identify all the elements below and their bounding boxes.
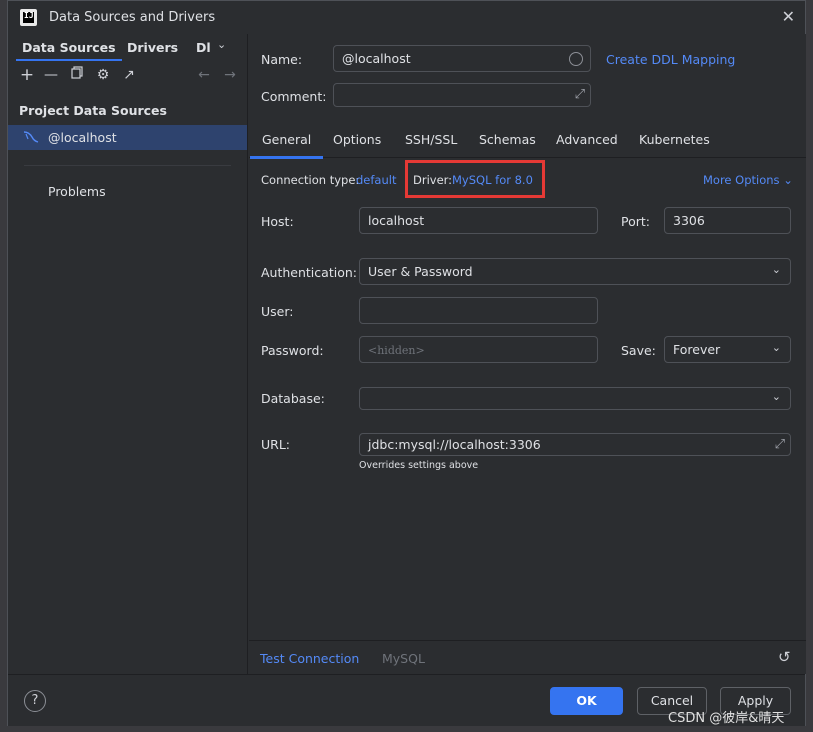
external-link-icon[interactable]: ↗	[120, 66, 138, 84]
back-arrow-icon[interactable]: ←	[195, 66, 213, 84]
authentication-label: Authentication:	[261, 265, 357, 280]
tab-data-sources[interactable]: Data Sources	[16, 40, 122, 61]
left-panel: Data Sources Drivers Dl ⌄ + — ⚙ ↗ ← → Pr…	[8, 34, 248, 674]
tab-ddl-mappings[interactable]: Dl	[196, 40, 210, 55]
gear-icon[interactable]: ⚙	[94, 66, 112, 84]
user-field[interactable]	[359, 297, 598, 324]
driver-label: Driver:	[413, 173, 453, 187]
more-options-link[interactable]: More Options ⌄	[703, 173, 793, 187]
chevron-down-icon: ⌄	[771, 263, 781, 276]
save-select[interactable]: Forever ⌄	[664, 336, 791, 363]
right-panel: Name: @localhost Create DDL Mapping Comm…	[249, 34, 806, 674]
url-hint: Overrides settings above	[359, 460, 479, 471]
revert-icon[interactable]: ↺	[778, 648, 791, 666]
url-field[interactable]: jdbc:mysql://localhost:3306 ⤢	[359, 433, 791, 456]
color-circle-icon[interactable]	[569, 52, 583, 66]
port-value: 3306	[673, 213, 705, 228]
name-label: Name:	[261, 52, 303, 67]
tab-general[interactable]: General	[249, 132, 324, 159]
comment-field[interactable]: ⤢	[333, 83, 591, 107]
driver-link[interactable]: MySQL for 8.0	[452, 173, 533, 187]
settings-tabs: General Options SSH/SSL Schemas Advanced…	[249, 126, 806, 159]
title-bar: IJ Data Sources and Drivers ✕	[8, 1, 805, 34]
save-label: Save:	[621, 343, 656, 358]
driver-name-text: MySQL	[382, 651, 425, 666]
tab-advanced[interactable]: Advanced	[556, 132, 618, 147]
chevron-down-icon[interactable]: ⌄	[217, 38, 226, 51]
password-field[interactable]: <hidden>	[359, 336, 598, 363]
port-field[interactable]: 3306	[664, 207, 791, 234]
user-label: User:	[261, 304, 294, 319]
tab-schemas[interactable]: Schemas	[479, 132, 536, 147]
database-label: Database:	[261, 391, 325, 406]
problems-item[interactable]: Problems	[48, 184, 106, 199]
tab-ssh-ssl[interactable]: SSH/SSL	[405, 132, 457, 147]
database-select[interactable]: ⌄	[359, 387, 791, 410]
tab-options[interactable]: Options	[333, 132, 381, 147]
comment-label: Comment:	[261, 89, 327, 104]
add-icon[interactable]: +	[18, 66, 36, 84]
chevron-down-icon: ⌄	[783, 173, 793, 187]
chevron-down-icon: ⌄	[771, 341, 781, 354]
name-value: @localhost	[342, 51, 411, 66]
create-ddl-mapping-link[interactable]: Create DDL Mapping	[606, 52, 735, 67]
remove-icon[interactable]: —	[42, 66, 60, 84]
connection-footer: Test Connection MySQL ↺	[249, 640, 806, 674]
window-title: Data Sources and Drivers	[49, 10, 216, 25]
intellij-app-icon: IJ	[20, 9, 37, 26]
host-field[interactable]: localhost	[359, 207, 598, 234]
watermark-text: CSDN @彼岸&晴天	[668, 711, 785, 726]
data-sources-dialog: IJ Data Sources and Drivers ✕ Data Sourc…	[7, 0, 806, 726]
test-connection-link[interactable]: Test Connection	[260, 651, 359, 666]
divider	[24, 165, 231, 166]
password-label: Password:	[261, 343, 324, 358]
forward-arrow-icon[interactable]: →	[221, 66, 239, 84]
close-icon[interactable]: ✕	[782, 7, 795, 26]
url-label: URL:	[261, 437, 291, 452]
host-value: localhost	[368, 213, 425, 228]
data-source-item[interactable]: @localhost	[8, 125, 247, 150]
host-label: Host:	[261, 214, 294, 229]
ok-button[interactable]: OK	[550, 687, 623, 715]
port-label: Port:	[621, 214, 650, 229]
chevron-down-icon: ⌄	[771, 390, 781, 403]
tab-drivers[interactable]: Drivers	[127, 40, 178, 55]
left-tabs: Data Sources Drivers Dl ⌄	[8, 34, 247, 61]
expand-icon[interactable]: ⤢	[775, 437, 785, 452]
save-value: Forever	[673, 342, 721, 357]
name-field[interactable]: @localhost	[333, 45, 591, 72]
left-toolbar: + — ⚙ ↗ ← →	[8, 66, 247, 88]
url-value: jdbc:mysql://localhost:3306	[368, 437, 541, 452]
help-icon[interactable]: ?	[24, 690, 46, 712]
data-source-label: @localhost	[48, 130, 117, 145]
duplicate-icon[interactable]	[68, 66, 86, 84]
mysql-dolphin-icon	[23, 131, 39, 143]
connection-type-label: Connection type:	[261, 173, 360, 187]
authentication-select[interactable]: User & Password ⌄	[359, 258, 791, 285]
password-placeholder: <hidden>	[368, 344, 425, 357]
project-data-sources-header: Project Data Sources	[19, 103, 167, 118]
connection-type-link[interactable]: default	[356, 173, 396, 187]
expand-icon[interactable]: ⤢	[575, 87, 585, 102]
authentication-value: User & Password	[368, 264, 473, 279]
tab-kubernetes[interactable]: Kubernetes	[639, 132, 710, 147]
more-options-label: More Options	[703, 173, 780, 187]
